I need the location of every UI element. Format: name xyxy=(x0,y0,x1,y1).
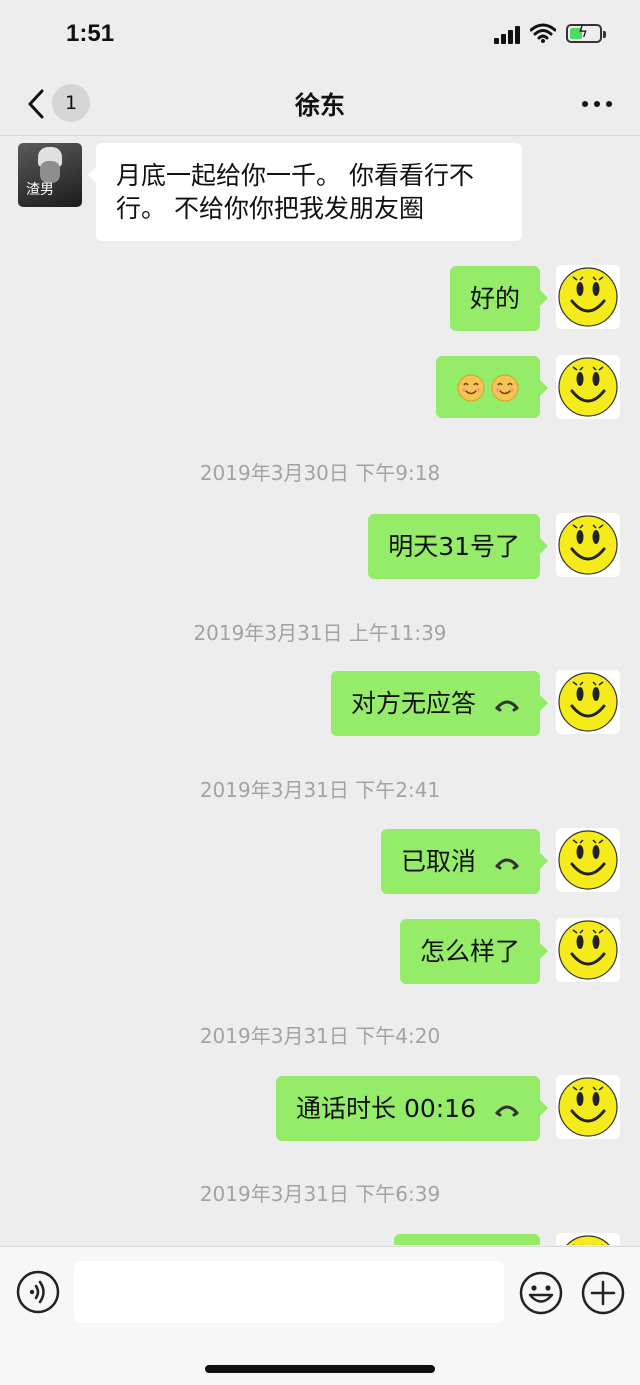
message-bubble-partial[interactable] xyxy=(394,1234,540,1245)
call-status-text: 对方无应答 xyxy=(350,689,476,718)
phone-hangup-icon xyxy=(495,858,519,870)
contact-avatar-label: 渣男 xyxy=(26,182,54,198)
phone-hangup-icon xyxy=(495,1105,519,1117)
message-row-outgoing: 好的 xyxy=(0,265,640,331)
emoji-message-bubble[interactable] xyxy=(436,356,548,418)
contact-avatar[interactable]: 渣男 xyxy=(18,143,82,207)
smiling-face-emoji-icon xyxy=(491,374,519,402)
smiley-avatar[interactable] xyxy=(556,670,620,734)
call-message-bubble[interactable]: 通话时长 00:16 xyxy=(276,1076,548,1141)
home-indicator xyxy=(205,1365,435,1373)
message-timestamp: 2019年3月31日 下午2:41 xyxy=(199,778,441,802)
message-row-incoming: 渣男 月底一起给你一千。 你看看行不行。 不给你你把我发朋友圈 xyxy=(0,143,640,243)
message-bubble[interactable]: 怎么样了 xyxy=(399,919,549,984)
call-duration-text: 通话时长 00:16 xyxy=(296,1094,476,1123)
message-row-outgoing: 已取消 xyxy=(0,828,640,894)
message-timestamp: 2019年3月31日 上午11:39 xyxy=(193,621,447,645)
message-row-outgoing: 通话时长 00:16 xyxy=(0,1075,640,1141)
message-row-outgoing: 怎么样了 xyxy=(0,918,640,984)
smiley-avatar[interactable] xyxy=(556,355,620,419)
input-bar xyxy=(0,1246,640,1385)
smiley-avatar[interactable] xyxy=(556,265,620,329)
message-row-outgoing: 对方无应答 xyxy=(0,670,640,736)
plus-icon[interactable] xyxy=(580,1270,626,1316)
message-bubble[interactable]: 好的 xyxy=(449,266,549,331)
chat-title: 徐东 xyxy=(294,91,345,120)
smiling-face-emoji-icon xyxy=(457,374,485,402)
smiley-avatar[interactable] xyxy=(556,828,620,892)
message-bubble[interactable]: 月底一起给你一千。 你看看行不行。 不给你你把我发朋友圈 xyxy=(88,143,522,241)
wifi-icon xyxy=(530,23,556,43)
smiley-avatar[interactable] xyxy=(556,513,620,577)
message-row-outgoing: 明天31号了 xyxy=(0,513,640,579)
phone-hangup-icon xyxy=(495,700,519,712)
smiley-avatar[interactable] xyxy=(556,1233,620,1245)
message-timestamp: 2019年3月31日 下午6:39 xyxy=(199,1182,441,1206)
call-message-bubble[interactable]: 对方无应答 xyxy=(330,671,549,736)
voice-input-icon[interactable] xyxy=(16,1270,60,1314)
message-bubble[interactable]: 明天31号了 xyxy=(368,514,548,579)
smiley-avatar[interactable] xyxy=(556,918,620,982)
cellular-signal-icon xyxy=(494,26,522,44)
more-options-button[interactable] xyxy=(582,90,616,118)
message-row-outgoing xyxy=(0,1233,640,1245)
message-row-outgoing xyxy=(0,355,640,419)
status-bar: 1:51 ϟ xyxy=(0,0,640,72)
message-list[interactable]: 渣男 月底一起给你一千。 你看看行不行。 不给你你把我发朋友圈 好的 2019年… xyxy=(0,137,640,1245)
battery-icon: ϟ xyxy=(566,23,606,43)
call-message-bubble[interactable]: 已取消 xyxy=(380,829,549,894)
smiley-avatar[interactable] xyxy=(556,1075,620,1139)
message-timestamp: 2019年3月31日 下午4:20 xyxy=(199,1024,441,1048)
status-time: 1:51 xyxy=(66,20,115,47)
emoji-picker-icon[interactable] xyxy=(518,1270,564,1316)
message-timestamp: 2019年3月30日 下午9:18 xyxy=(199,461,441,485)
message-input[interactable] xyxy=(74,1261,504,1323)
call-status-text: 已取消 xyxy=(400,847,476,876)
nav-bar: 1 徐东 xyxy=(0,72,640,136)
